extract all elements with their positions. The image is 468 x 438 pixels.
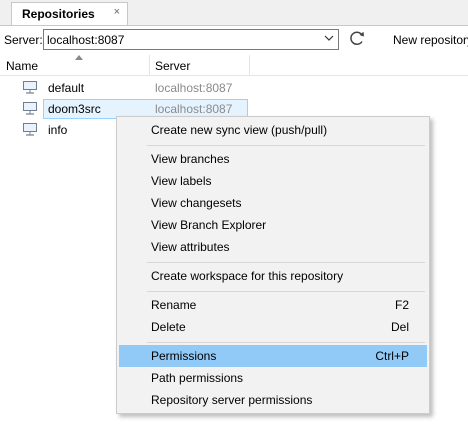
menu-item-label: Create new sync view (push/pull) <box>151 123 328 137</box>
menu-item-label: View labels <box>151 174 212 188</box>
column-divider[interactable] <box>149 55 150 75</box>
menu-separator <box>147 145 425 146</box>
menu-separator <box>147 291 425 292</box>
close-icon[interactable]: × <box>114 6 120 18</box>
column-header-row: Name Server <box>0 55 468 76</box>
menu-item-path-permissions[interactable]: Path permissions <box>119 367 427 389</box>
tab-repositories[interactable]: Repositories × <box>11 2 128 25</box>
menu-item-label: Rename <box>151 298 197 312</box>
column-header-server[interactable]: Server <box>155 59 190 73</box>
menu-separator <box>147 342 425 343</box>
server-combobox[interactable]: localhost:8087 <box>43 29 339 50</box>
repository-server: localhost:8087 <box>155 81 233 95</box>
menu-item-view-branches[interactable]: View branches <box>119 148 427 170</box>
menu-item-label: View attributes <box>151 240 230 254</box>
server-combobox-value: localhost:8087 <box>47 33 125 47</box>
menu-item-label: Delete <box>151 320 186 334</box>
computer-icon <box>23 123 37 136</box>
menu-item-label: Permissions <box>151 349 217 363</box>
chevron-down-icon[interactable] <box>324 35 334 42</box>
menu-item-permissions[interactable]: Permissions Ctrl+P <box>119 345 427 367</box>
table-row[interactable]: default localhost:8087 <box>0 78 468 98</box>
context-menu: Create new sync view (push/pull) View br… <box>116 116 430 414</box>
menu-item-view-labels[interactable]: View labels <box>119 170 427 192</box>
menu-item-shortcut: Del <box>390 320 409 334</box>
menu-item-label: Create workspace for this repository <box>151 269 344 283</box>
tab-strip: Repositories × <box>0 0 468 26</box>
computer-icon <box>23 81 37 94</box>
menu-separator <box>147 262 425 263</box>
menu-item-label: Repository server permissions <box>151 393 313 407</box>
server-label: Server: <box>4 33 43 47</box>
menu-item-create-sync-view[interactable]: Create new sync view (push/pull) <box>119 119 427 141</box>
menu-item-shortcut: Ctrl+P <box>375 349 409 363</box>
menu-item-view-branch-explorer[interactable]: View Branch Explorer <box>119 214 427 236</box>
tab-title: Repositories <box>22 7 95 21</box>
menu-item-label: View changesets <box>151 196 242 210</box>
menu-item-delete[interactable]: Delete Del <box>119 316 427 338</box>
menu-item-label: Path permissions <box>151 371 244 385</box>
menu-item-shortcut: F2 <box>394 298 409 312</box>
menu-item-rename[interactable]: Rename F2 <box>119 294 427 316</box>
menu-item-view-changesets[interactable]: View changesets <box>119 192 427 214</box>
menu-item-repository-server-permissions[interactable]: Repository server permissions <box>119 389 427 411</box>
repository-name: default <box>48 81 85 95</box>
computer-icon <box>23 102 37 115</box>
menu-item-view-attributes[interactable]: View attributes <box>119 236 427 258</box>
column-header-name[interactable]: Name <box>6 59 38 73</box>
refresh-icon[interactable] <box>347 28 367 48</box>
menu-item-label: View branches <box>151 152 230 166</box>
new-repository-button[interactable]: New repository <box>393 33 468 47</box>
column-divider[interactable] <box>249 55 250 75</box>
repository-server: localhost:8087 <box>155 102 233 116</box>
repository-name: doom3src <box>48 102 101 116</box>
menu-item-create-workspace[interactable]: Create workspace for this repository <box>119 265 427 287</box>
sort-ascending-icon <box>75 55 83 60</box>
repository-name: info <box>48 123 68 137</box>
menu-item-label: View Branch Explorer <box>151 218 267 232</box>
